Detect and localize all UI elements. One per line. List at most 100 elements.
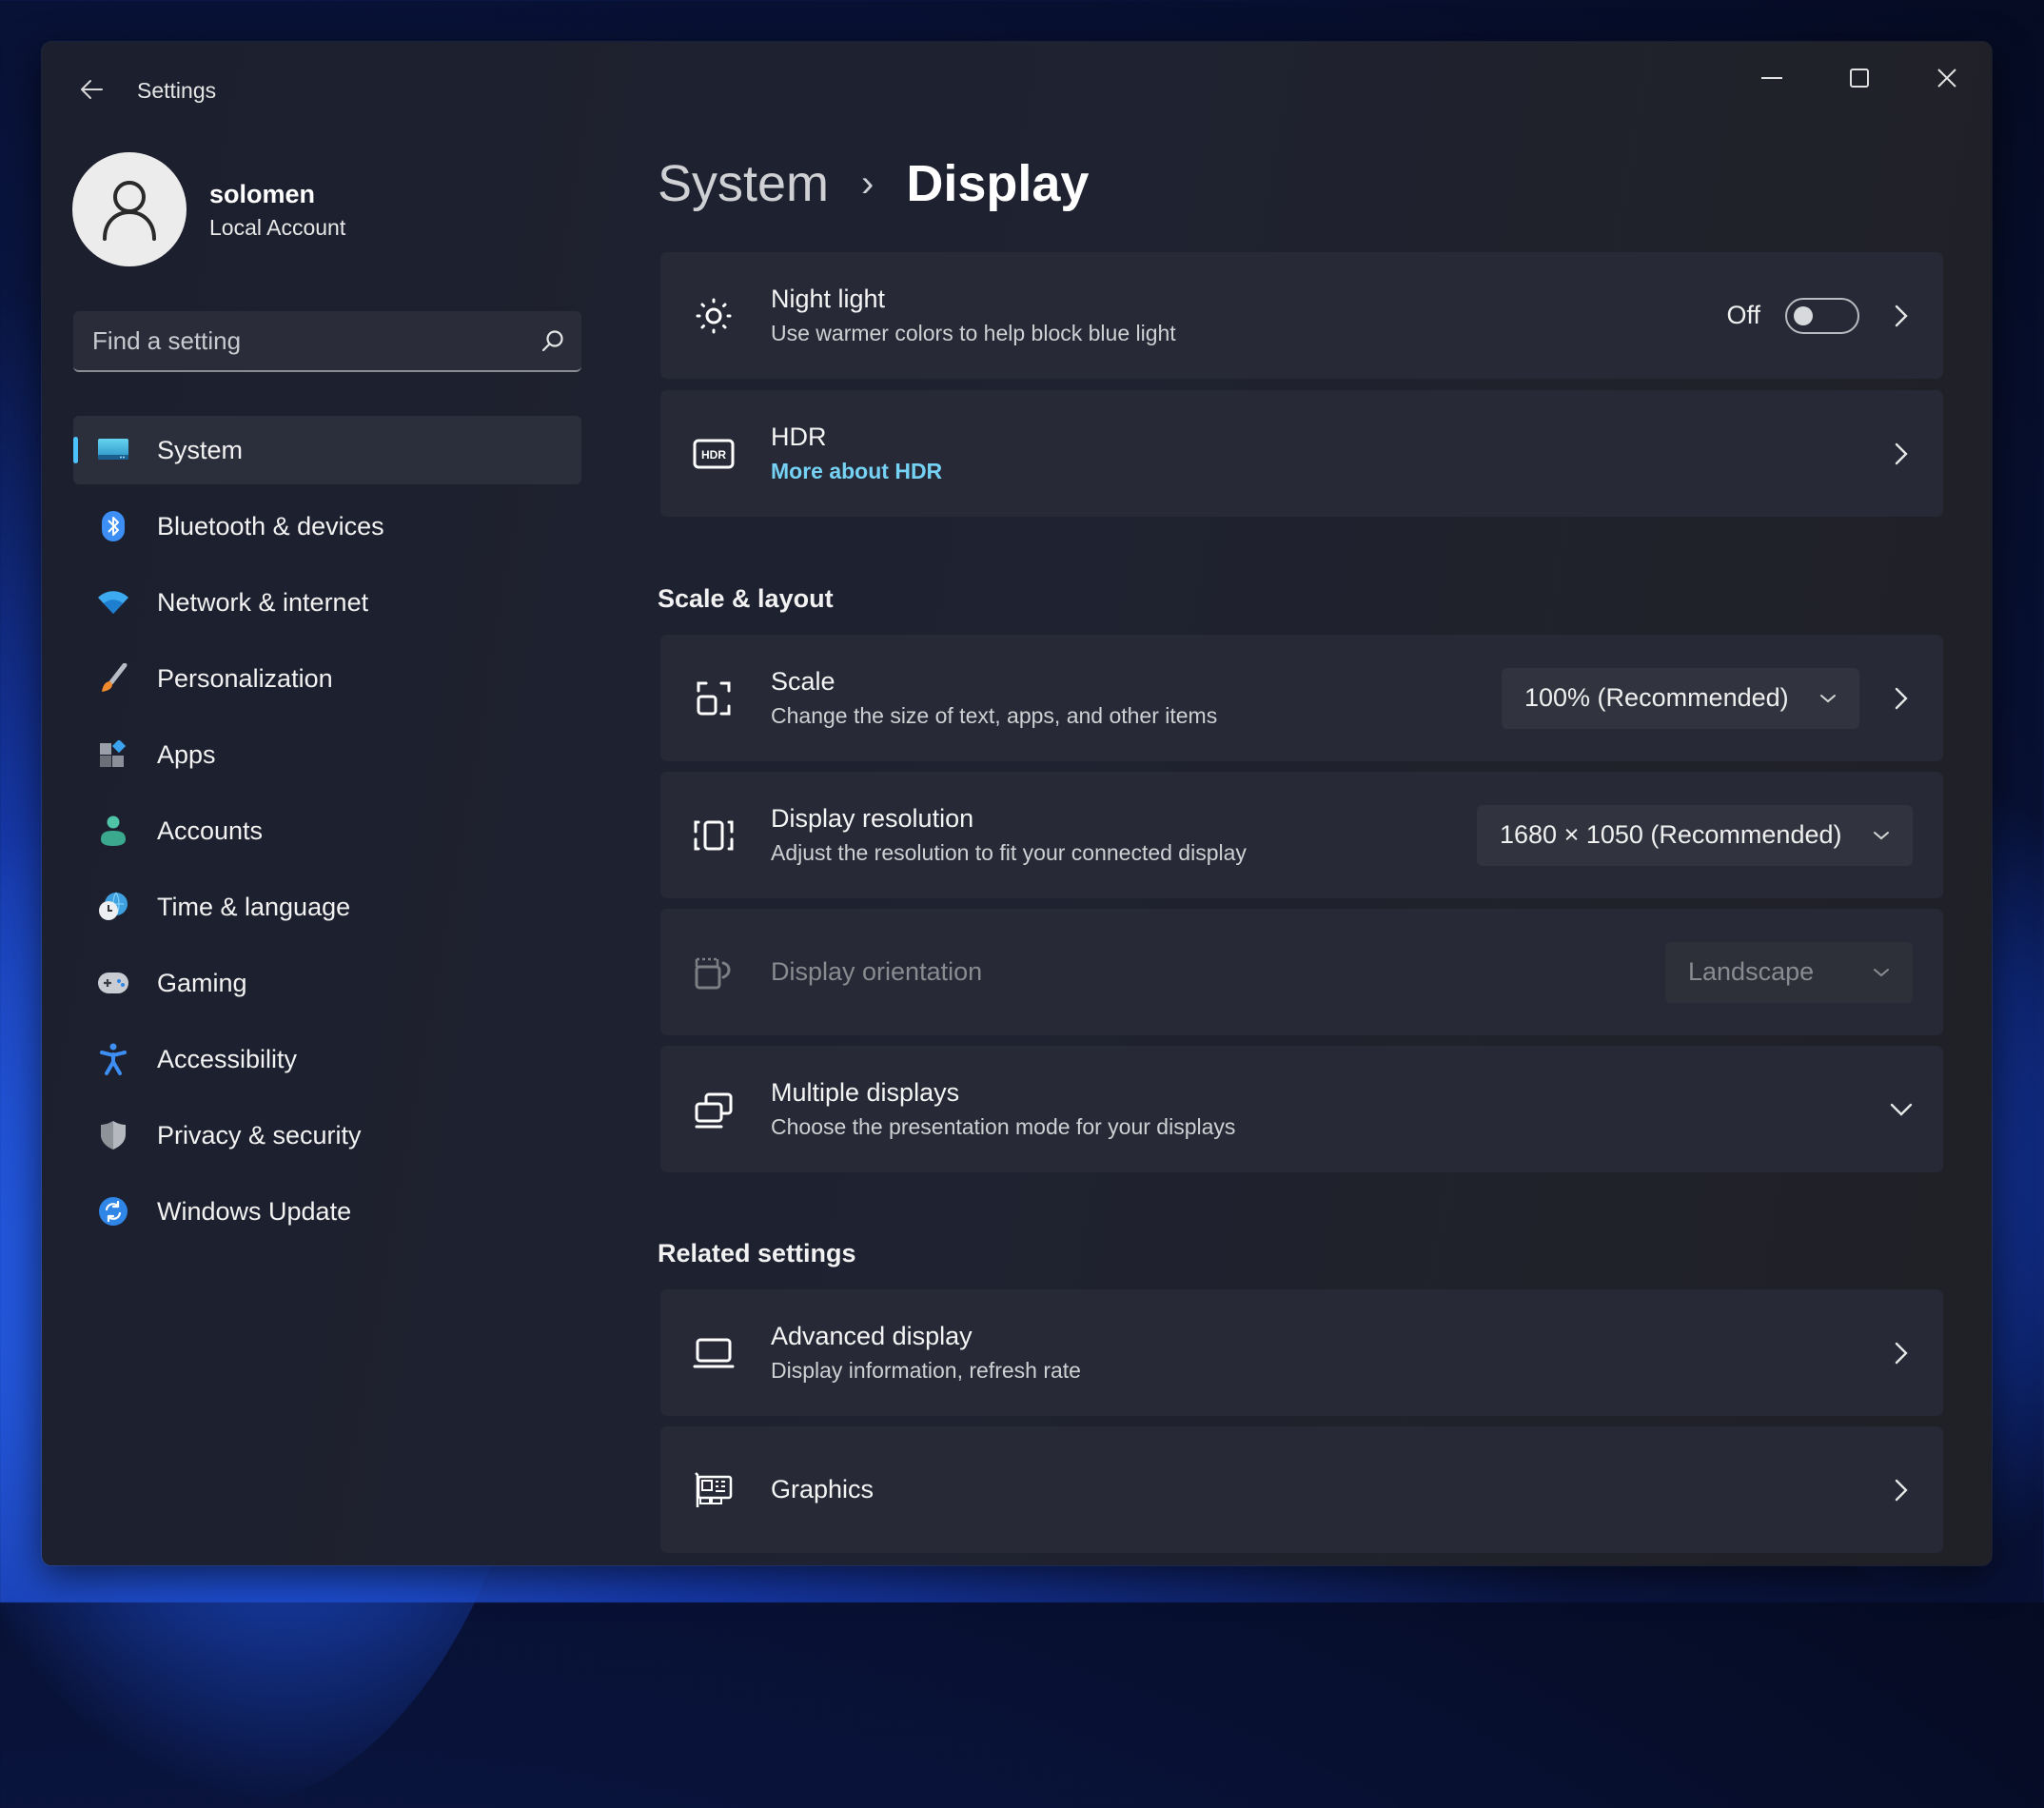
sidebar-item-label: System — [157, 435, 244, 464]
advanced-display-card[interactable]: Advanced display Display information, re… — [660, 1289, 1943, 1416]
sidebar-item-privacy[interactable]: Privacy & security — [73, 1101, 581, 1169]
card-subtitle: Adjust the resolution to fit your connec… — [771, 840, 1247, 865]
sidebar-nav: System Bluetooth & devices Network & int… — [73, 416, 581, 1253]
back-button[interactable] — [70, 70, 112, 108]
graphics-card-icon — [689, 1465, 738, 1515]
card-title: Graphics — [771, 1475, 875, 1503]
sidebar-item-gaming[interactable]: Gaming — [73, 949, 581, 1017]
sidebar-item-accounts[interactable]: Accounts — [73, 796, 581, 865]
multiple-displays-text: Multiple displays Choose the presentatio… — [771, 1078, 1235, 1140]
chevron-right-icon[interactable] — [1884, 1473, 1918, 1507]
sidebar-item-time-language[interactable]: Time & language — [73, 873, 581, 941]
shield-icon — [94, 1116, 132, 1154]
wifi-icon — [94, 583, 132, 621]
hdr-card[interactable]: HDR HDR More about HDR — [660, 390, 1943, 517]
accessibility-icon — [94, 1040, 132, 1078]
sidebar-item-network[interactable]: Network & internet — [73, 568, 581, 637]
maximize-button[interactable] — [1826, 53, 1893, 103]
card-subtitle: Change the size of text, apps, and other… — [771, 703, 1218, 728]
close-icon — [1937, 69, 1956, 88]
display-orientation-card: Display orientation Landscape — [660, 909, 1943, 1035]
search-icon[interactable] — [524, 328, 581, 353]
sidebar-item-label: Accessibility — [157, 1044, 298, 1073]
sidebar-item-accessibility[interactable]: Accessibility — [73, 1025, 581, 1093]
page-title: Display — [906, 155, 1090, 212]
minimize-button[interactable] — [1739, 53, 1805, 103]
chevron-right-icon[interactable] — [1884, 437, 1918, 471]
orientation-dropdown: Landscape — [1665, 941, 1913, 1003]
sidebar-item-label: Privacy & security — [157, 1120, 362, 1150]
resolution-text: Display resolution Adjust the resolution… — [771, 804, 1247, 866]
scale-icon — [689, 674, 738, 723]
sidebar-item-apps[interactable]: Apps — [73, 720, 581, 789]
laptop-icon — [689, 1328, 738, 1378]
scale-card[interactable]: Scale Change the size of text, apps, and… — [660, 635, 1943, 761]
night-light-toggle[interactable] — [1785, 297, 1859, 334]
graphics-text: Graphics — [771, 1475, 874, 1504]
chevron-down-icon — [1873, 830, 1890, 841]
search-input[interactable] — [73, 310, 524, 371]
card-title: Scale — [771, 667, 835, 696]
apps-icon — [94, 736, 132, 774]
chevron-right-icon[interactable] — [1884, 681, 1918, 716]
scale-dropdown[interactable]: 100% (Recommended) — [1502, 667, 1859, 729]
hdr-icon: HDR — [689, 429, 738, 479]
search-box[interactable] — [73, 310, 581, 372]
card-subtitle: Use warmer colors to help block blue lig… — [771, 321, 1176, 345]
close-button[interactable] — [1914, 53, 1980, 103]
card-subtitle: Display information, refresh rate — [771, 1358, 1081, 1383]
section-heading-related-settings: Related settings — [658, 1239, 856, 1268]
chevron-down-icon — [1873, 967, 1890, 978]
sidebar-item-windows-update[interactable]: Windows Update — [73, 1177, 581, 1246]
breadcrumb-parent[interactable]: System — [658, 154, 829, 213]
breadcrumb: System › Display — [658, 154, 1089, 213]
section-heading-scale-layout: Scale & layout — [658, 584, 834, 613]
app-title: Settings — [137, 78, 217, 103]
advanced-display-text: Advanced display Display information, re… — [771, 1322, 1081, 1384]
chevron-down-icon — [1819, 693, 1837, 704]
night-light-controls: Off — [1726, 297, 1918, 334]
toggle-knob — [1794, 305, 1813, 325]
back-arrow-icon — [81, 80, 103, 99]
paintbrush-icon — [94, 659, 132, 698]
night-light-text: Night light Use warmer colors to help bl… — [771, 285, 1176, 346]
chevron-down-icon[interactable] — [1884, 1092, 1918, 1127]
sidebar-item-personalization[interactable]: Personalization — [73, 644, 581, 713]
resolution-icon — [689, 811, 738, 860]
night-light-card[interactable]: Night light Use warmer colors to help bl… — [660, 252, 1943, 379]
chevron-right-icon[interactable] — [1884, 299, 1918, 333]
multiple-displays-card[interactable]: Multiple displays Choose the presentatio… — [660, 1046, 1943, 1172]
sidebar-item-label: Apps — [157, 739, 216, 769]
breadcrumb-separator-icon: › — [861, 162, 875, 205]
sidebar-item-label: Time & language — [157, 892, 351, 921]
sidebar-item-label: Bluetooth & devices — [157, 511, 384, 540]
chevron-right-icon[interactable] — [1884, 1336, 1918, 1370]
sidebar-item-label: Network & internet — [157, 587, 369, 617]
sidebar-item-system[interactable]: System — [73, 416, 581, 484]
account-person-icon — [94, 812, 132, 850]
sidebar-item-bluetooth[interactable]: Bluetooth & devices — [73, 492, 581, 560]
card-title: Display resolution — [771, 804, 974, 833]
resolution-controls: 1680 × 1050 (Recommended) — [1477, 804, 1918, 866]
hdr-text: HDR More about HDR — [771, 423, 942, 484]
windows-update-icon — [94, 1192, 132, 1230]
multiple-displays-icon — [689, 1085, 738, 1134]
card-title: Advanced display — [771, 1322, 973, 1350]
display-resolution-card[interactable]: Display resolution Adjust the resolution… — [660, 772, 1943, 898]
graphics-card[interactable]: Graphics — [660, 1426, 1943, 1553]
hdr-controls — [1884, 437, 1918, 471]
bluetooth-icon — [94, 507, 132, 545]
advanced-display-controls — [1884, 1336, 1918, 1370]
scale-controls: 100% (Recommended) — [1502, 667, 1918, 729]
dropdown-value: 100% (Recommended) — [1524, 683, 1789, 712]
svg-text:HDR: HDR — [701, 448, 726, 462]
avatar[interactable] — [72, 152, 187, 266]
user-name: solomen — [209, 180, 316, 208]
dropdown-value: Landscape — [1688, 957, 1815, 986]
more-about-hdr-link[interactable]: More about HDR — [771, 459, 942, 484]
multiple-displays-controls — [1884, 1092, 1918, 1127]
settings-window: Settings solomen Local Account System — [42, 42, 1992, 1565]
resolution-dropdown[interactable]: 1680 × 1050 (Recommended) — [1477, 804, 1913, 866]
card-title: Display orientation — [771, 957, 983, 986]
card-title: Night light — [771, 285, 886, 313]
